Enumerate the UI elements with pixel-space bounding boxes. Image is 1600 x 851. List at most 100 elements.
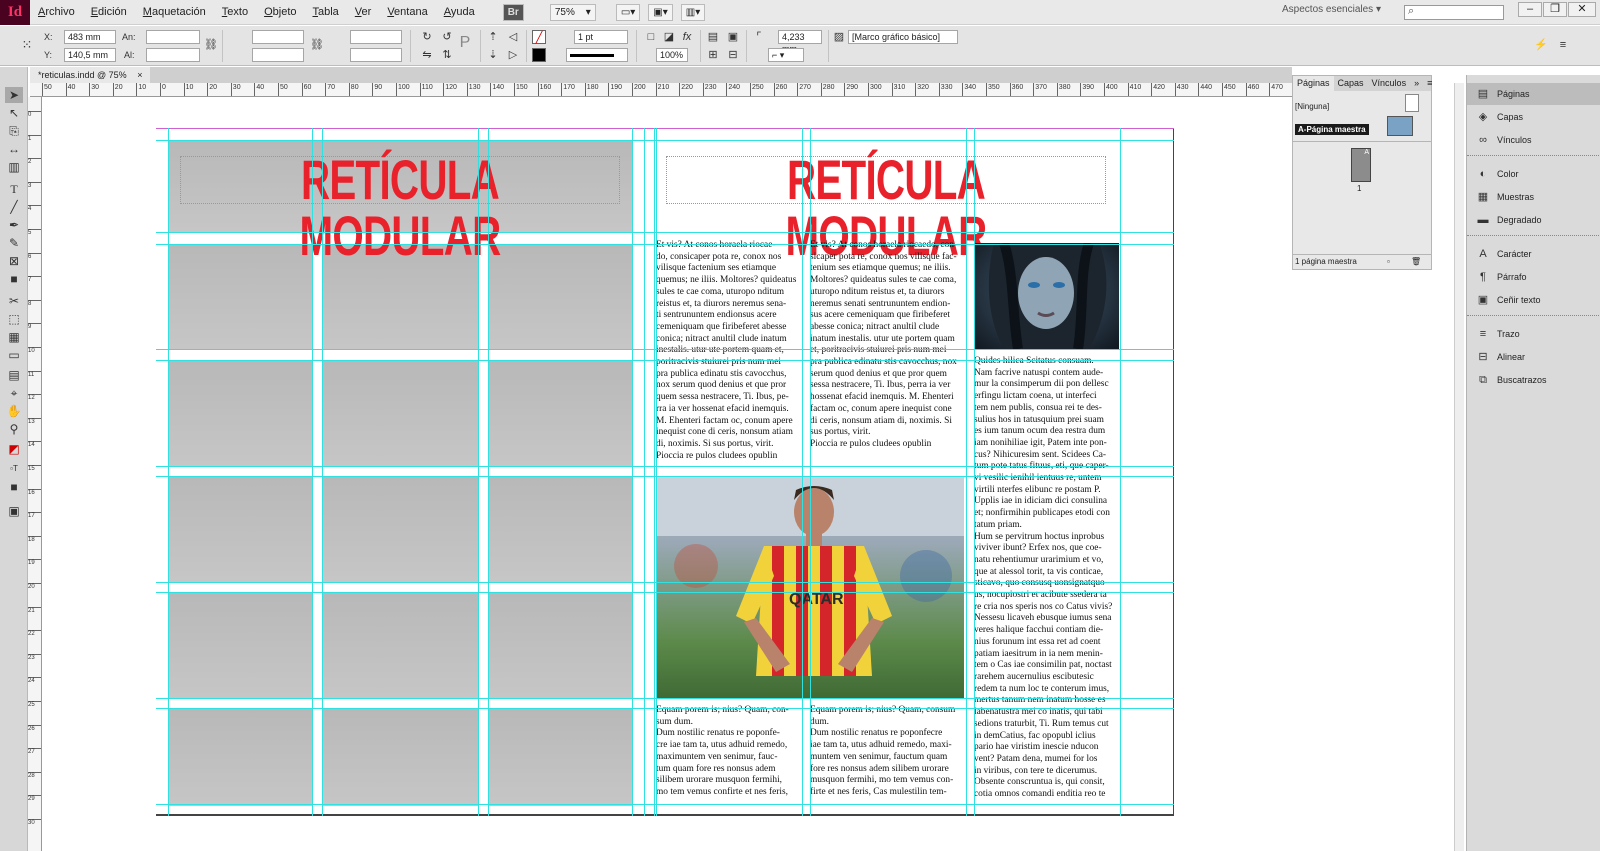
grid-module[interactable] (322, 708, 478, 806)
text-frame-col1-top[interactable]: Et vis? At conos horaela riocae- do, con… (656, 240, 802, 466)
dock-paragraph[interactable]: ¶ Párrafo (1467, 266, 1600, 288)
formatting-affects-icon[interactable]: ▫T (5, 461, 23, 477)
zoom-select[interactable]: 75% ▾ (549, 3, 596, 21)
grid-module[interactable] (488, 708, 632, 806)
menu-objeto[interactable]: Objeto (256, 0, 304, 25)
stroke-weight-field[interactable]: 1 pt (574, 30, 628, 44)
scale-link-icon[interactable]: ⛓ (310, 38, 324, 52)
select-previous-icon[interactable]: ◁ (506, 30, 520, 44)
direct-selection-tool-icon[interactable]: ↖ (5, 105, 23, 121)
tab-capas[interactable]: Capas (1334, 76, 1368, 91)
tab-vinculos[interactable]: Vínculos (1368, 76, 1411, 91)
fit-frame-icon[interactable]: ⊞ (706, 48, 720, 62)
grid-module[interactable] (168, 708, 312, 806)
menu-archivo[interactable]: Archivo (30, 0, 83, 25)
grid-module[interactable] (168, 244, 312, 349)
selection-tool-icon[interactable]: ➤ (5, 87, 23, 103)
reference-point-icon[interactable]: ⁙ (18, 38, 36, 52)
none-master-thumbnail[interactable] (1405, 94, 1419, 112)
corner-shape-select[interactable]: ⌐ ▾ (768, 48, 804, 62)
pencil-tool-icon[interactable]: ✎ (5, 235, 23, 251)
dock-links[interactable]: ∞ Vínculos (1467, 129, 1600, 151)
shear-field[interactable] (350, 48, 402, 62)
text-frame-col2-bottom[interactable]: Equam porem is; nius? Quam, consum dum. … (810, 705, 966, 805)
delete-page-icon[interactable]: 🗑 (1411, 255, 1421, 269)
grid-module[interactable] (488, 592, 632, 698)
rotation-field[interactable] (350, 30, 402, 44)
stroke-type-select[interactable] (566, 48, 628, 62)
select-container-icon[interactable]: ⇡ (486, 30, 500, 44)
portrait-photo[interactable] (974, 243, 1119, 349)
type-tool-icon[interactable]: T (5, 181, 23, 197)
dock-align[interactable]: ⊟ Alinear (1467, 346, 1600, 368)
scissors-tool-icon[interactable]: ✂ (5, 293, 23, 309)
grid-module[interactable] (168, 476, 312, 582)
help-search-input[interactable]: ⌕ (1404, 5, 1504, 20)
apply-color-icon[interactable]: ■ (5, 479, 23, 495)
gap-tool-icon[interactable]: ↔ (5, 141, 23, 157)
restore-button[interactable]: ❐ (1543, 2, 1567, 17)
scale-x-field[interactable] (252, 30, 304, 44)
panel-collapse-icon[interactable]: » (1410, 76, 1423, 91)
bridge-button[interactable]: Br (502, 3, 524, 21)
gradient-feather-tool-icon[interactable]: ▭ (5, 347, 23, 363)
corner-size-field[interactable]: 4,233 mm (778, 30, 822, 54)
object-style-select[interactable]: [Marco gráfico básico] (848, 30, 958, 44)
menu-ayuda[interactable]: Ayuda (436, 0, 483, 25)
rectangle-tool-icon[interactable]: ■ (5, 271, 23, 287)
page-tool-icon[interactable]: ⎘ (5, 123, 23, 139)
spread[interactable]: RETÍCULA MODULAR RETÍCULA MODULAR Et vis… (156, 128, 1174, 816)
dock-character[interactable]: A Carácter (1467, 243, 1600, 265)
dock-pages[interactable]: ▤ Páginas (1467, 83, 1600, 105)
vertical-scrollbar[interactable] (1454, 83, 1464, 851)
dock-color[interactable]: ◐ Color (1467, 163, 1600, 185)
note-tool-icon[interactable]: ▤ (5, 367, 23, 383)
screen-mode-icon[interactable]: ▣ (5, 503, 23, 519)
menu-maquetacion[interactable]: Maquetación (135, 0, 214, 25)
dock-wrap[interactable]: ▣ Ceñir texto (1467, 289, 1600, 311)
text-wrap-none-icon[interactable]: ▤ (706, 30, 720, 44)
height-field[interactable] (146, 48, 200, 62)
view-options-button[interactable]: ▭▾ (615, 3, 641, 21)
corner-options-icon[interactable]: ⌜ (752, 30, 766, 44)
dock-pathfinder[interactable]: ⧉ Buscatrazos (1467, 369, 1600, 391)
grid-module[interactable] (488, 476, 632, 582)
menu-tabla[interactable]: Tabla (305, 0, 347, 25)
screen-mode-button[interactable]: ▣▾ (648, 3, 673, 21)
fill-stroke-icon[interactable]: ◩ (5, 441, 23, 457)
grid-module[interactable] (322, 476, 478, 582)
grid-module[interactable] (488, 244, 632, 349)
select-next-icon[interactable]: ▷ (506, 48, 520, 62)
pasteboard[interactable]: RETÍCULA MODULAR RETÍCULA MODULAR Et vis… (42, 97, 1292, 851)
effects-icon[interactable]: □ (644, 30, 658, 44)
text-wrap-box-icon[interactable]: ▣ (726, 30, 740, 44)
hand-tool-icon[interactable]: ✋ (5, 403, 23, 419)
vertical-ruler[interactable]: 0 1 2 3 4 5 6 7 8 9 10 11 12 13 14 15 16 17 18 19 20 21 22 23 24… (28, 97, 42, 851)
rotate-cw-icon[interactable]: ↻ (420, 30, 434, 44)
dock-layers[interactable]: ◈ Capas (1467, 106, 1600, 128)
fit-content-icon[interactable]: ⊟ (726, 48, 740, 62)
master-page-a[interactable]: A-Página maestra (1295, 124, 1369, 135)
dock-gradient[interactable]: ▬ Degradado (1467, 209, 1600, 231)
minimize-button[interactable]: – (1518, 2, 1542, 17)
lightning-icon[interactable]: ⚡ (1534, 38, 1548, 52)
close-button[interactable]: ✕ (1568, 2, 1596, 17)
grid-module[interactable] (322, 592, 478, 698)
menu-texto[interactable]: Texto (214, 0, 256, 25)
scale-y-field[interactable] (252, 48, 304, 62)
grid-module[interactable] (168, 360, 312, 466)
content-collector-icon[interactable]: ▥ (5, 159, 23, 175)
line-tool-icon[interactable]: ╱ (5, 199, 23, 215)
fx-icon[interactable]: fx (680, 30, 694, 44)
tab-close-icon[interactable]: × (137, 70, 142, 80)
flip-vertical-icon[interactable]: ⇅ (440, 48, 454, 62)
panel-menu-icon[interactable]: ≡ (1423, 76, 1436, 91)
horizontal-ruler[interactable]: 50 40 30 20 10 0 10 20 30 40 50 60 70 80 90 100 110 120 13… (30, 83, 1292, 97)
fill-swatch-icon[interactable]: ╱ (532, 30, 546, 44)
none-master[interactable]: [Ninguna] (1295, 102, 1329, 111)
rotate-ccw-icon[interactable]: ↺ (440, 30, 454, 44)
y-field[interactable]: 140,5 mm (64, 48, 116, 62)
grid-module[interactable] (488, 360, 632, 466)
stroke-swatch-icon[interactable] (532, 48, 546, 62)
grid-module[interactable] (322, 360, 478, 466)
